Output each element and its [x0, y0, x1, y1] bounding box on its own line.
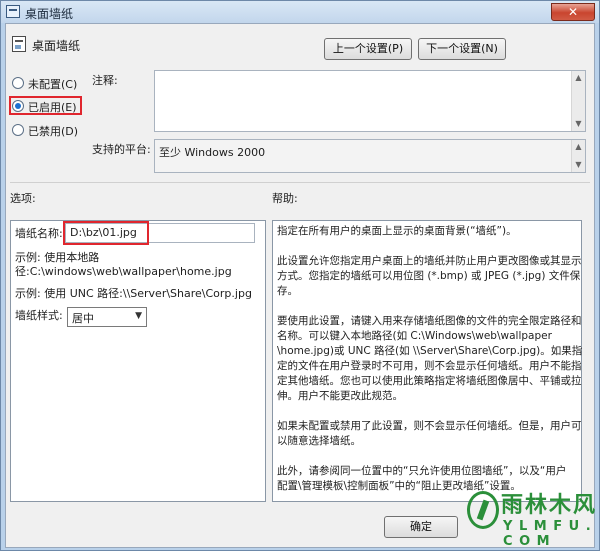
comment-scrollbar[interactable]: ▲ ▼ — [571, 71, 585, 131]
comment-label: 注释: — [92, 74, 118, 87]
options-pane: 墙纸名称: D:\bz\01.jpg 示例: 使用本地路 径:C:\window… — [10, 220, 266, 502]
radio-not-configured-label: 未配置(C) — [28, 78, 78, 91]
radio-not-configured-dot[interactable] — [12, 77, 24, 89]
close-button[interactable]: ✕ — [551, 3, 595, 21]
wallpaper-name-label: 墙纸名称: — [15, 227, 63, 240]
divider — [10, 182, 590, 183]
watermark-text: 雨林木风 — [501, 493, 598, 518]
previous-setting-button[interactable]: 上一个设置(P) — [324, 38, 412, 60]
ok-button[interactable]: 确定 — [384, 516, 458, 538]
next-setting-button[interactable]: 下一个设置(N) — [418, 38, 506, 60]
watermark-subtext: Y L M F U . C O M — [503, 519, 592, 549]
radio-disabled-label: 已禁用(D) — [28, 125, 79, 138]
setting-icon — [12, 36, 26, 52]
name-highlight-box — [63, 221, 149, 245]
wallpaper-style-value: 居中 — [72, 312, 94, 325]
help-line: 方式。您指定的墙纸可以用位图 (*.bmp) 或 JPEG (*.jpg) 文件… — [277, 270, 581, 282]
help-pane: 指定在所有用户的桌面上显示的桌面背景(“墙纸”)。 此设置允许您指定用户桌面上的墙… — [272, 220, 582, 502]
platform-label: 支持的平台: — [92, 143, 151, 156]
scroll-up-icon[interactable]: ▲ — [572, 140, 585, 154]
help-line: 以随意选择墙纸。 — [277, 435, 361, 447]
chevron-down-icon[interactable]: ▼ — [135, 311, 142, 321]
scroll-up-icon[interactable]: ▲ — [572, 71, 585, 85]
comment-textarea[interactable]: ▲ ▼ — [154, 70, 586, 132]
help-line: 伸。用户不能更改此规范。 — [277, 390, 403, 402]
platform-field: 至少 Windows 2000 ▲ ▼ — [154, 139, 586, 173]
platform-value: 至少 Windows 2000 — [159, 146, 266, 159]
example-local-line-2: 径:C:\windows\web\wallpaper\home.jpg — [15, 265, 232, 278]
wallpaper-style-select[interactable]: 居中 ▼ — [67, 307, 147, 327]
help-line: 存。 — [277, 285, 298, 297]
window-title: 桌面墙纸 — [25, 7, 74, 21]
radio-disabled-dot[interactable] — [12, 124, 24, 136]
platform-scrollbar[interactable]: ▲ ▼ — [571, 140, 585, 172]
options-section-label: 选项: — [10, 192, 36, 205]
example-unc-line: 示例: 使用 UNC 路径:\\Server\Share\Corp.jpg — [15, 287, 252, 300]
dialog-window: 桌面墙纸 ✕ 桌面墙纸 上一个设置(P) 下一个设置(N) 未配置(C) 已启用… — [0, 0, 600, 551]
scroll-down-icon[interactable]: ▼ — [572, 158, 585, 172]
setting-title: 桌面墙纸 — [32, 39, 81, 53]
radio-enabled-dot[interactable] — [12, 100, 24, 112]
title-bar[interactable]: 桌面墙纸 ✕ — [1, 1, 599, 23]
policy-icon — [6, 5, 20, 18]
radio-enabled-label: 已启用(E) — [28, 101, 77, 114]
help-section-label: 帮助: — [272, 192, 298, 205]
scroll-down-icon[interactable]: ▼ — [572, 117, 585, 131]
site-watermark: 雨林木风 Y L M F U . C O M — [463, 481, 598, 549]
watermark-logo-icon — [467, 491, 499, 529]
dialog-client: 桌面墙纸 上一个设置(P) 下一个设置(N) 未配置(C) 已启用(E) 已禁用… — [5, 23, 595, 548]
help-line: 指定在所有用户的桌面上显示的桌面背景(“墙纸”)。 — [277, 225, 517, 237]
wallpaper-style-label: 墙纸样式: — [15, 309, 63, 322]
